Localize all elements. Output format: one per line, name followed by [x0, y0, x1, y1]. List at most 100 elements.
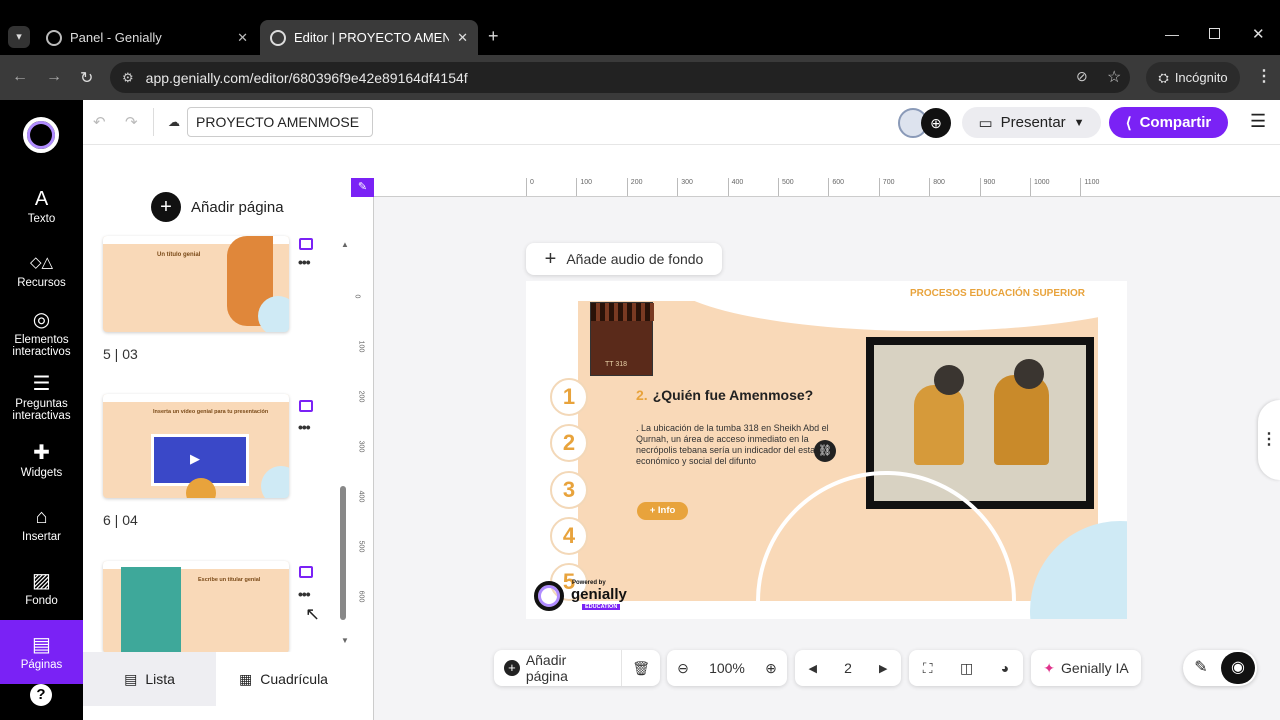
info-button[interactable]: + Info: [637, 502, 688, 520]
pin-panel-icon[interactable]: ✎: [351, 178, 374, 197]
zoom-in-icon[interactable]: ⊕: [765, 660, 777, 677]
ruler-tick: 100: [580, 179, 593, 186]
new-tab-icon[interactable]: +: [488, 26, 499, 47]
page-options-icon[interactable]: •••: [298, 254, 311, 270]
columns-icon[interactable]: ◫: [960, 660, 973, 677]
add-background-audio-button[interactable]: + Añade audio de fondo: [526, 243, 722, 275]
hamburger-menu-icon[interactable]: ☰: [1250, 111, 1266, 132]
close-window-icon[interactable]: ✕: [1252, 25, 1265, 43]
mode-toggle[interactable]: ✎ ◉: [1183, 650, 1257, 686]
page-pin-icon[interactable]: [299, 238, 313, 250]
close-tab-icon[interactable]: ✕: [237, 30, 248, 46]
genially-logo[interactable]: [23, 117, 59, 153]
edit-pencil-icon[interactable]: ✎: [1185, 652, 1217, 684]
bookmark-star-icon[interactable]: ☆: [1107, 67, 1121, 87]
slide-question-title[interactable]: 2. ¿Quién fue Amenmose?: [636, 387, 813, 403]
present-button[interactable]: ▭ Presentar ▼: [962, 107, 1101, 138]
page-thumbnail[interactable]: Inserta un vídeo genial para tu presenta…: [103, 394, 289, 498]
rail-item-elementos-interactivos[interactable]: ◎ Elementos interactivos: [0, 309, 83, 358]
list-icon: ▤: [124, 670, 138, 687]
genially-ai-button[interactable]: ✦ Genially IA: [1031, 650, 1141, 686]
rail-item-texto[interactable]: A Texto: [0, 188, 83, 225]
palette-icon[interactable]: ◕: [1001, 660, 1009, 676]
rail-item-preguntas-interactivas[interactable]: ☰ Preguntas interactivas: [0, 373, 83, 422]
zoom-out-icon[interactable]: ⊖: [677, 660, 689, 677]
number-badge[interactable]: 1: [550, 378, 588, 416]
address-bar[interactable]: ⚙ app.genially.com/editor/680396f9e42e89…: [110, 62, 1130, 93]
rail-item-fondo[interactable]: ▨ Fondo: [0, 570, 83, 607]
ruler-tick: 200: [357, 390, 365, 403]
eye-off-icon[interactable]: ⊘: [1076, 68, 1088, 85]
link-icon[interactable]: ⛓: [814, 440, 836, 462]
project-name-input[interactable]: PROYECTO AMENMOSE: [187, 107, 373, 137]
questions-icon: ☰: [32, 373, 51, 395]
tab-panel-genially[interactable]: Panel - Genially ✕: [36, 20, 258, 55]
pages-icon: ▤: [32, 634, 51, 656]
ruler-tick: 700: [882, 179, 895, 186]
previous-page-icon[interactable]: ◀: [809, 662, 817, 675]
ruler-tick-line: [1080, 178, 1082, 196]
page-label: 5 | 03: [103, 346, 138, 362]
ruler-tick: 0: [353, 294, 361, 299]
ruler-tick: 300: [357, 440, 365, 453]
delete-page-icon[interactable]: 🗑: [622, 660, 660, 677]
incognito-badge[interactable]: ⛭ Incógnito: [1146, 62, 1240, 93]
fit-screen-icon[interactable]: ⛶: [923, 660, 933, 677]
preview-eye-icon[interactable]: ◉: [1221, 652, 1255, 684]
widgets-icon: ✚: [33, 442, 50, 464]
tomb-thumbnail-image[interactable]: TT 318: [590, 302, 654, 376]
site-info-icon[interactable]: ⚙: [122, 70, 134, 86]
slide[interactable]: PROCESOS EDUCACIÓN SUPERIOR TT 318 1 2 3…: [526, 281, 1127, 619]
browser-menu-icon[interactable]: ⋮: [1256, 66, 1272, 86]
ruler-tick: 800: [933, 179, 945, 186]
page-pin-icon[interactable]: [299, 566, 313, 578]
scroll-down-icon[interactable]: ▼: [341, 636, 349, 645]
list-view-button[interactable]: ▤ Lista: [83, 652, 216, 706]
cloud-saved-icon: ☁: [168, 115, 180, 129]
help-icon[interactable]: ?: [30, 684, 52, 706]
ruler-tick-line: [1030, 178, 1031, 196]
view-tools: ⛶ ◫ ◕: [909, 650, 1023, 686]
rail-item-paginas[interactable]: ▤ Páginas: [0, 620, 83, 684]
add-collaborator-icon[interactable]: ⊕: [921, 108, 951, 138]
back-icon[interactable]: ←: [12, 68, 28, 86]
redo-icon[interactable]: ↷: [125, 113, 138, 131]
panel-scrollbar[interactable]: [340, 486, 346, 620]
scroll-up-icon[interactable]: ▲: [341, 240, 349, 249]
ruler-tick-line: [677, 178, 679, 196]
next-page-icon[interactable]: ▶: [879, 662, 887, 675]
ruler-tick: 500: [357, 540, 365, 553]
number-badge[interactable]: 2: [550, 424, 588, 462]
number-badge[interactable]: 4: [550, 517, 588, 555]
slide-body-text[interactable]: . La ubicación de la tumba 318 en Sheikh…: [636, 423, 836, 467]
page-thumbnail[interactable]: Un título genial: [103, 236, 289, 332]
ruler-tick: 200: [630, 179, 643, 186]
add-page-button[interactable]: + Añadir página: [151, 192, 284, 222]
minimize-icon[interactable]: —: [1165, 26, 1179, 42]
plus-icon: +: [151, 192, 181, 222]
divider: [153, 108, 154, 136]
restore-icon[interactable]: [1209, 28, 1220, 39]
number-badge[interactable]: 3: [550, 471, 588, 509]
undo-icon[interactable]: ↶: [93, 113, 106, 131]
ruler-tick-line: [727, 178, 729, 196]
forward-icon[interactable]: →: [46, 68, 62, 86]
rail-item-insertar[interactable]: ⌂ Insertar: [0, 506, 83, 543]
play-icon: ▶: [190, 451, 200, 466]
rail-item-widgets[interactable]: ✚ Widgets: [0, 442, 83, 479]
bottom-add-page-button[interactable]: + Añadir página: [494, 650, 623, 686]
reload-icon[interactable]: ↻: [80, 68, 93, 88]
page-pin-icon[interactable]: [299, 400, 313, 412]
ruler-tick-line: [929, 178, 931, 196]
side-drawer-handle-icon[interactable]: ⋮: [1258, 400, 1280, 480]
close-tab-icon[interactable]: ✕: [457, 30, 468, 46]
share-button[interactable]: ⟨ Compartir: [1109, 107, 1228, 138]
tab-editor[interactable]: Editor | PROYECTO AMENMOSE ✕: [260, 20, 478, 55]
page-thumbnail[interactable]: Escribe un titular genial: [103, 561, 289, 653]
tab-search-chevron-icon[interactable]: ▾: [8, 26, 30, 48]
grid-view-button[interactable]: ▦ Cuadrícula: [216, 652, 351, 706]
page-navigator: ◀ 2 ▶: [795, 650, 901, 686]
page-options-icon[interactable]: •••: [298, 586, 311, 602]
rail-item-recursos[interactable]: ◇△ Recursos: [0, 252, 83, 289]
page-options-icon[interactable]: •••: [298, 419, 311, 435]
